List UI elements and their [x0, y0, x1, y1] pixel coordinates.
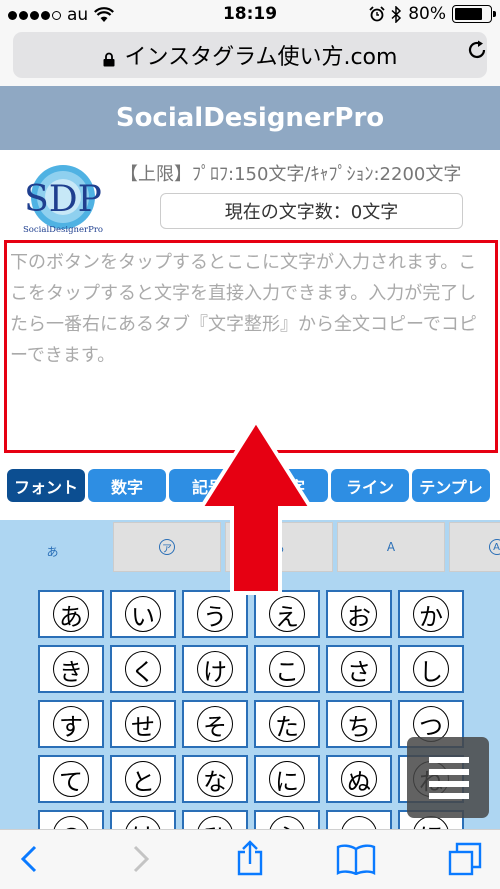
floating-menu-button[interactable]: [407, 737, 489, 818]
lock-icon: [103, 48, 115, 66]
char-key[interactable]: た: [254, 700, 320, 748]
char-key[interactable]: こ: [254, 645, 320, 693]
char-key-label: く: [125, 651, 161, 687]
char-key[interactable]: え: [254, 590, 320, 638]
bookmarks-icon[interactable]: [336, 843, 376, 875]
bluetooth-icon: [391, 5, 402, 23]
browser-address-bar: インスタグラム使い方.com: [0, 28, 500, 86]
char-key-label: き: [53, 651, 89, 687]
char-key[interactable]: き: [38, 645, 104, 693]
char-key-label: て: [53, 761, 89, 797]
char-key-label: け: [197, 651, 233, 687]
char-key[interactable]: か: [398, 590, 464, 638]
battery-icon: [452, 5, 496, 23]
char-key-label: と: [125, 761, 161, 797]
svg-text:SDP: SDP: [24, 179, 102, 220]
limit-text: 【上限】ﾌﾟﾛﾌ:150文字/ｷｬﾌﾟｼｮﾝ:2200文字: [120, 164, 462, 185]
char-key-label: い: [125, 596, 161, 632]
browser-toolbar: [0, 829, 500, 889]
char-key-label: か: [413, 596, 449, 632]
site-header: SocialDesignerPro: [0, 86, 500, 150]
sdp-logo: SDP SocialDesignerPro: [23, 165, 103, 235]
char-key-label: に: [269, 761, 305, 797]
char-key[interactable]: せ: [110, 700, 176, 748]
char-key[interactable]: け: [182, 645, 248, 693]
char-key[interactable]: て: [38, 755, 104, 803]
battery-percent: 80%: [408, 4, 446, 24]
back-chevron-icon[interactable]: [18, 844, 40, 874]
tab-lines[interactable]: ライン: [331, 469, 409, 502]
char-key-label: え: [269, 596, 305, 632]
char-key-label: す: [53, 706, 89, 742]
char-key-label: ぬ: [341, 761, 377, 797]
char-key-label: お: [341, 596, 377, 632]
char-key-label: こ: [269, 651, 305, 687]
char-key[interactable]: す: [38, 700, 104, 748]
char-key-label: せ: [125, 706, 161, 742]
char-key[interactable]: と: [110, 755, 176, 803]
char-key-label: う: [197, 596, 233, 632]
char-key[interactable]: し: [398, 645, 464, 693]
reload-icon[interactable]: [466, 39, 488, 61]
char-key-label: さ: [341, 651, 377, 687]
share-icon[interactable]: [232, 840, 268, 876]
char-key[interactable]: に: [254, 755, 320, 803]
char-key[interactable]: ち: [326, 700, 392, 748]
char-key-label: あ: [53, 596, 89, 632]
character-count: 現在の文字数：0文字: [160, 193, 463, 229]
forward-chevron-icon[interactable]: [130, 844, 152, 874]
alarm-icon: [369, 6, 385, 22]
char-key[interactable]: い: [110, 590, 176, 638]
char-key-label: そ: [197, 706, 233, 742]
tab-templates[interactable]: テンプレ: [412, 469, 490, 502]
keyboard-tab-5[interactable]: A: [449, 522, 500, 572]
up-arrow-annotation: [198, 418, 314, 595]
tab-font[interactable]: フォント: [7, 469, 85, 502]
url-text: インスタグラム使い方.com: [124, 45, 398, 70]
tabs-icon[interactable]: [448, 842, 482, 876]
site-title: SocialDesignerPro: [115, 103, 385, 133]
status-bar: au 18:19 80%: [0, 0, 500, 28]
keyboard-tab-hiragana[interactable]: あ: [0, 522, 105, 580]
keyboard-tab-alphabet[interactable]: A: [337, 522, 445, 572]
char-key-label: な: [197, 761, 233, 797]
svg-text:SocialDesignerPro: SocialDesignerPro: [23, 225, 103, 235]
char-key[interactable]: あ: [38, 590, 104, 638]
char-key[interactable]: く: [110, 645, 176, 693]
char-key[interactable]: ぬ: [326, 755, 392, 803]
battery-level: [455, 8, 483, 20]
char-key-label: し: [413, 651, 449, 687]
char-key[interactable]: な: [182, 755, 248, 803]
char-key[interactable]: う: [182, 590, 248, 638]
char-key[interactable]: そ: [182, 700, 248, 748]
char-key[interactable]: お: [326, 590, 392, 638]
tab-numbers[interactable]: 数字: [88, 469, 166, 502]
hamburger-menu-icon: [429, 757, 469, 799]
info-area: SDP SocialDesignerPro 【上限】ﾌﾟﾛﾌ:150文字/ｷｬﾌ…: [0, 150, 500, 240]
char-key[interactable]: さ: [326, 645, 392, 693]
char-key-label: た: [269, 706, 305, 742]
url-field[interactable]: インスタグラム使い方.com: [13, 32, 487, 78]
char-key-label: ち: [341, 706, 377, 742]
screen: au 18:19 80% インスタグラム使い方.com SocialDesign…: [0, 0, 500, 889]
